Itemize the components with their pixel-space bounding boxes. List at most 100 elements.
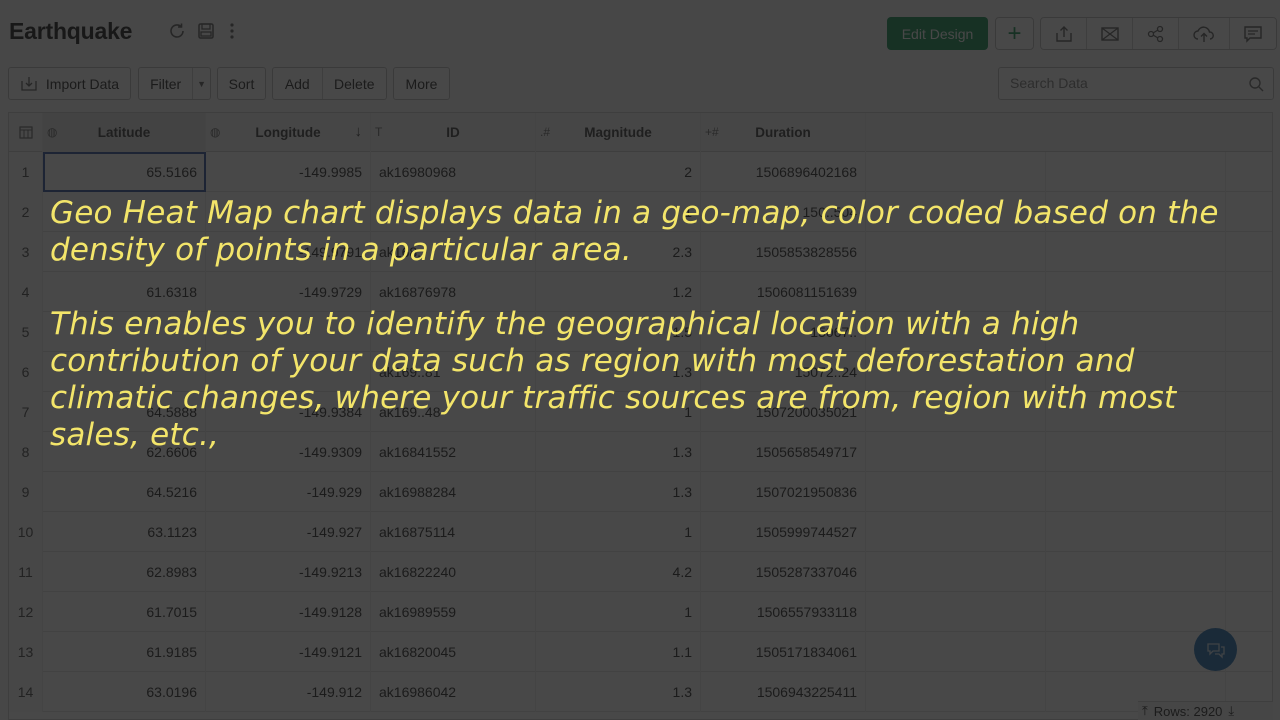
cell-magnitude[interactable]: 1.2	[536, 272, 701, 312]
more-vertical-icon[interactable]	[221, 20, 243, 42]
empty-cell[interactable]	[1226, 512, 1272, 552]
empty-cell[interactable]	[1046, 592, 1226, 632]
refresh-icon[interactable]	[166, 20, 188, 42]
empty-cell[interactable]	[866, 272, 1046, 312]
row-number[interactable]: 5	[9, 312, 43, 352]
empty-cell[interactable]	[1226, 192, 1272, 232]
empty-cell[interactable]	[1046, 472, 1226, 512]
cell-id[interactable]: ak16980968	[371, 152, 536, 192]
cell-magnitude[interactable]: 4.2	[536, 552, 701, 592]
empty-cell[interactable]	[1226, 392, 1272, 432]
cell-magnitude[interactable]: 1.1	[536, 632, 701, 672]
empty-cell[interactable]	[1046, 512, 1226, 552]
empty-cell[interactable]	[1046, 392, 1226, 432]
cell-longitude[interactable]: -149.9729	[206, 272, 371, 312]
empty-cell[interactable]	[1046, 552, 1226, 592]
row-number[interactable]: 8	[9, 432, 43, 472]
cell-id[interactable]: ak16989559	[371, 592, 536, 632]
cell-magnitude[interactable]: 1.3	[536, 432, 701, 472]
cell-longitude[interactable]: -149.929	[206, 472, 371, 512]
cell-longitude[interactable]: -149.9384	[206, 392, 371, 432]
cell-id[interactable]	[371, 192, 536, 232]
table-row[interactable]: 4 61.6318 -149.9729 ak16876978 1.2 1506081151…	[9, 272, 1272, 312]
cell-magnitude[interactable]: 1.3	[536, 672, 701, 712]
cell-latitude[interactable]: 65.5166	[43, 152, 206, 192]
cell-id[interactable]: ak16820045	[371, 632, 536, 672]
cell-duration[interactable]: 1506081151639	[701, 272, 866, 312]
column-header-magnitude[interactable]: .# Magnitude	[536, 113, 701, 152]
sort-button[interactable]: Sort	[217, 67, 266, 100]
cell-duration[interactable]: 1506943225411	[701, 672, 866, 712]
empty-cell[interactable]	[866, 192, 1046, 232]
chat-button[interactable]	[1194, 628, 1237, 671]
cell-duration[interactable]: 1506557933118	[701, 592, 866, 632]
cell-latitude[interactable]: 62.6606	[43, 432, 206, 472]
cell-longitude[interactable]: -149.9791	[206, 232, 371, 272]
cell-longitude[interactable]	[206, 312, 371, 352]
cell-magnitude[interactable]: 1.5	[536, 312, 701, 352]
empty-cell[interactable]	[866, 392, 1046, 432]
row-number[interactable]: 11	[9, 552, 43, 592]
sort-descending-icon[interactable]: ↓	[355, 123, 363, 140]
cell-latitude[interactable]: 61.7015	[43, 592, 206, 632]
cell-id[interactable]: ak16841552	[371, 432, 536, 472]
cell-duration[interactable]: 15067..	[701, 312, 866, 352]
cell-latitude[interactable]: 64.5888	[43, 392, 206, 432]
scroll-top-icon[interactable]: ⤒	[1142, 703, 1148, 719]
table-row[interactable]: 7 64.5888 -149.9384 ak169..48 1 1507200035021	[9, 392, 1272, 432]
cell-longitude[interactable]	[206, 352, 371, 392]
empty-cell[interactable]	[866, 512, 1046, 552]
table-row[interactable]: 12 61.7015 -149.9128 ak16989559 1 15065579331…	[9, 592, 1272, 632]
empty-cell[interactable]	[1226, 432, 1272, 472]
cell-id[interactable]: ak169..48	[371, 392, 536, 432]
cell-magnitude[interactable]: 2	[536, 152, 701, 192]
cell-magnitude[interactable]: 1	[536, 192, 701, 232]
filter-button[interactable]: Filter	[139, 76, 192, 92]
cell-latitude[interactable]: 62.8983	[43, 552, 206, 592]
cell-latitude[interactable]: 61.6318	[43, 272, 206, 312]
empty-cell[interactable]	[866, 672, 1046, 712]
row-number[interactable]: 14	[9, 672, 43, 712]
empty-cell[interactable]	[866, 472, 1046, 512]
cell-latitude[interactable]	[43, 192, 206, 232]
column-header-latitude[interactable]: ◍ Latitude	[43, 113, 206, 152]
cell-latitude[interactable]: 64.5216	[43, 472, 206, 512]
cell-longitude[interactable]: -149.9121	[206, 632, 371, 672]
empty-cell[interactable]	[866, 232, 1046, 272]
empty-cell[interactable]	[866, 312, 1046, 352]
cell-magnitude[interactable]: 1	[536, 392, 701, 432]
cell-magnitude[interactable]: 2.3	[536, 232, 701, 272]
more-button[interactable]: More	[393, 67, 450, 100]
add-button[interactable]: +	[995, 17, 1034, 50]
empty-cell[interactable]	[1046, 312, 1226, 352]
cell-longitude[interactable]: -149.9128	[206, 592, 371, 632]
empty-cell[interactable]	[1226, 312, 1272, 352]
cell-duration[interactable]: 1505287337046	[701, 552, 866, 592]
row-number[interactable]: 6	[9, 352, 43, 392]
cell-duration[interactable]: 1505171834061	[701, 632, 866, 672]
cell-latitude[interactable]: 63.1123	[43, 512, 206, 552]
cell-magnitude[interactable]: 1	[536, 592, 701, 632]
row-number[interactable]: 1	[9, 152, 43, 192]
empty-cell[interactable]	[866, 352, 1046, 392]
edit-design-button[interactable]: Edit Design	[887, 17, 988, 50]
empty-cell[interactable]	[1046, 352, 1226, 392]
cell-duration[interactable]: 1507021950836	[701, 472, 866, 512]
cell-id[interactable]: ak16875114	[371, 512, 536, 552]
cell-id[interactable]	[371, 312, 536, 352]
column-header-duration[interactable]: +# Duration	[701, 113, 866, 152]
filter-dropdown-icon[interactable]: ▼	[193, 79, 210, 89]
empty-cell[interactable]	[866, 632, 1046, 672]
cell-longitude[interactable]: -149.927	[206, 512, 371, 552]
cell-id[interactable]: ak16988284	[371, 472, 536, 512]
row-number[interactable]: 13	[9, 632, 43, 672]
row-number[interactable]: 7	[9, 392, 43, 432]
empty-cell[interactable]	[1046, 272, 1226, 312]
cell-magnitude[interactable]: 1.3	[536, 352, 701, 392]
empty-cell[interactable]	[1226, 472, 1272, 512]
cell-duration[interactable]: 1506896402168	[701, 152, 866, 192]
empty-cell[interactable]	[1046, 232, 1226, 272]
cell-longitude[interactable]: -149.912	[206, 672, 371, 712]
row-number[interactable]: 3	[9, 232, 43, 272]
empty-cell[interactable]	[1226, 592, 1272, 632]
